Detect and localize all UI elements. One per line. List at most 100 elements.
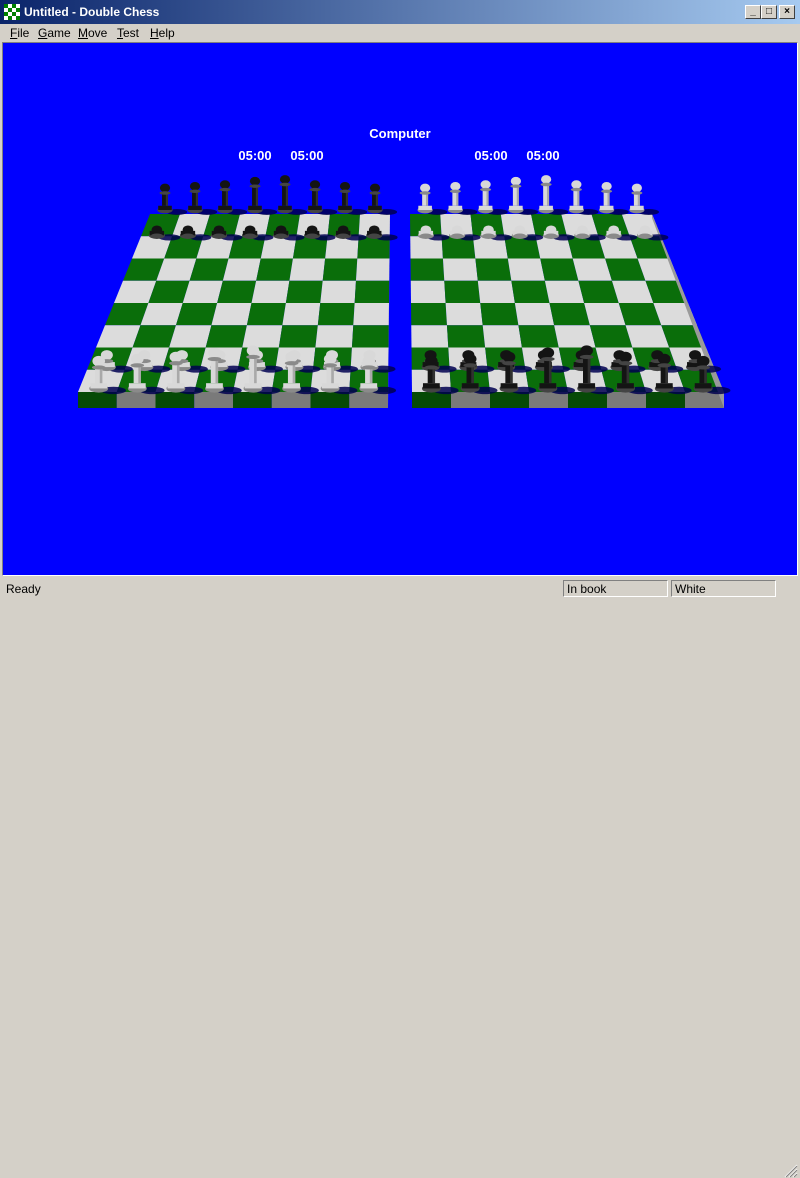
- board-edge: [490, 392, 529, 408]
- board-square[interactable]: [518, 325, 559, 348]
- white-knight[interactable]: [598, 181, 629, 215]
- board-edge: [607, 392, 646, 408]
- board-square[interactable]: [242, 325, 283, 348]
- board-square[interactable]: [410, 280, 446, 303]
- board-square[interactable]: [540, 258, 579, 281]
- board-square[interactable]: [514, 303, 555, 326]
- close-button[interactable]: ×: [779, 5, 795, 19]
- player-label: Computer: [369, 126, 430, 141]
- board-square[interactable]: [169, 325, 212, 348]
- status-ready: Ready: [6, 582, 41, 596]
- board-edge: [685, 392, 724, 408]
- board-square[interactable]: [222, 258, 261, 281]
- board-square[interactable]: [444, 280, 481, 303]
- minimize-button[interactable]: _: [745, 5, 761, 19]
- board-square[interactable]: [289, 258, 326, 281]
- board-square[interactable]: [175, 303, 218, 326]
- board-square[interactable]: [182, 280, 223, 303]
- board-square[interactable]: [442, 258, 478, 281]
- chess-app-icon: [4, 4, 20, 20]
- black-queen[interactable]: [247, 176, 278, 215]
- board-square[interactable]: [355, 258, 390, 281]
- menu-bar: File Game Move Test Help: [0, 24, 800, 42]
- board-square[interactable]: [251, 280, 290, 303]
- white-rook[interactable]: [417, 183, 448, 215]
- black-bishop[interactable]: [217, 180, 248, 215]
- white-bishop[interactable]: [477, 180, 508, 215]
- window-title: Untitled - Double Chess: [24, 5, 160, 19]
- board-square[interactable]: [351, 325, 389, 348]
- white-knight[interactable]: [447, 181, 478, 215]
- left-chessboard[interactable]: [78, 214, 390, 408]
- board-edge: [78, 392, 117, 408]
- board-square[interactable]: [475, 258, 512, 281]
- board-square[interactable]: [282, 303, 321, 326]
- board-edge: [529, 392, 568, 408]
- white-king[interactable]: [538, 175, 569, 215]
- white-bishop[interactable]: [568, 180, 599, 215]
- menu-move[interactable]: Move: [78, 26, 107, 40]
- board-square[interactable]: [320, 280, 356, 303]
- left-board-clock-2: 05:00: [290, 148, 323, 163]
- black-bishop[interactable]: [307, 180, 338, 215]
- board-square[interactable]: [446, 325, 486, 348]
- board-square[interactable]: [211, 303, 252, 326]
- board-square[interactable]: [278, 325, 318, 348]
- board-square[interactable]: [315, 325, 354, 348]
- board-square[interactable]: [353, 303, 389, 326]
- white-rook[interactable]: [629, 183, 659, 215]
- white-queen[interactable]: [508, 176, 538, 215]
- resize-grip-icon[interactable]: [782, 1162, 798, 1178]
- board-square[interactable]: [411, 303, 447, 326]
- right-board-clock-1: 05:00: [474, 148, 507, 163]
- board-view[interactable]: Computer 05:00 05:00 05:00 05:00: [2, 42, 798, 576]
- board-square[interactable]: [322, 258, 358, 281]
- board-square[interactable]: [589, 325, 633, 348]
- board-square[interactable]: [354, 280, 390, 303]
- board-square[interactable]: [511, 280, 550, 303]
- right-board-clock-2: 05:00: [526, 148, 559, 163]
- board-square[interactable]: [507, 258, 545, 281]
- board-square[interactable]: [246, 303, 286, 326]
- board-square[interactable]: [445, 303, 483, 326]
- menu-file[interactable]: File: [10, 26, 29, 40]
- menu-help[interactable]: Help: [150, 26, 175, 40]
- menu-game[interactable]: Game: [38, 26, 71, 40]
- board-edge: [349, 392, 388, 408]
- board-square[interactable]: [572, 258, 612, 281]
- board-square[interactable]: [482, 325, 522, 348]
- maximize-button[interactable]: □: [761, 5, 777, 19]
- board-square[interactable]: [205, 325, 247, 348]
- chess-scene[interactable]: Computer 05:00 05:00 05:00 05:00: [2, 42, 798, 576]
- board-square[interactable]: [411, 325, 449, 348]
- board-square[interactable]: [410, 258, 445, 281]
- board-square[interactable]: [477, 280, 515, 303]
- right-chessboard[interactable]: [410, 214, 724, 408]
- black-knight[interactable]: [187, 181, 218, 215]
- black-rook[interactable]: [367, 183, 398, 215]
- status-side: White: [671, 580, 776, 597]
- board-square[interactable]: [578, 280, 619, 303]
- board-edge: [568, 392, 607, 408]
- black-king[interactable]: [277, 175, 308, 215]
- title-bar[interactable]: Untitled - Double Chess _ □ ×: [0, 0, 800, 24]
- board-square[interactable]: [256, 258, 293, 281]
- board-edge: [233, 392, 272, 408]
- board-edge: [646, 392, 685, 408]
- board-square[interactable]: [584, 303, 626, 326]
- board-edge: [451, 392, 490, 408]
- board-edge: [116, 392, 156, 408]
- left-board-clock-1: 05:00: [238, 148, 271, 163]
- board-square[interactable]: [189, 258, 229, 281]
- board-square[interactable]: [544, 280, 585, 303]
- board-square[interactable]: [554, 325, 596, 348]
- board-square[interactable]: [480, 303, 519, 326]
- menu-test[interactable]: Test: [117, 26, 139, 40]
- status-bar: Ready In book White: [0, 578, 800, 1178]
- board-square[interactable]: [285, 280, 323, 303]
- black-knight[interactable]: [337, 181, 368, 215]
- board-square[interactable]: [549, 303, 590, 326]
- board-square[interactable]: [217, 280, 257, 303]
- black-rook[interactable]: [157, 183, 188, 215]
- board-square[interactable]: [317, 303, 355, 326]
